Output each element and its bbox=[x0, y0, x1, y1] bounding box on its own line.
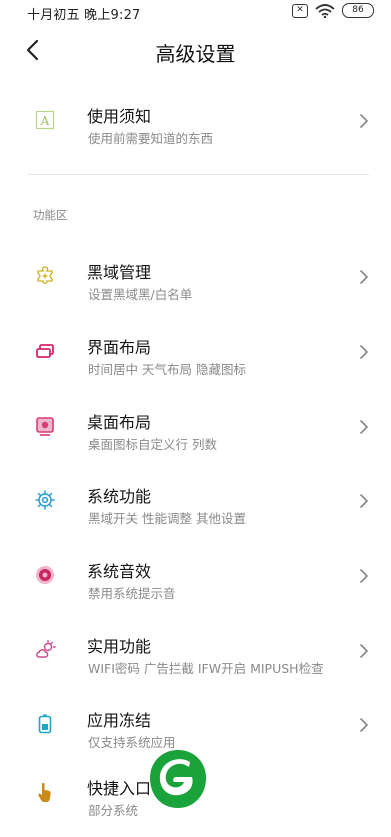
item-title: 系统音效 bbox=[87, 562, 152, 581]
cloud-sun-icon bbox=[36, 639, 56, 658]
status-icons: ✕ 86 bbox=[292, 3, 374, 18]
chevron-right-icon bbox=[360, 718, 368, 732]
chevron-right-icon bbox=[360, 345, 368, 359]
item-subtitle: 部分系统 bbox=[88, 803, 139, 818]
divider bbox=[27, 174, 369, 175]
puzzle-plus-icon bbox=[37, 266, 53, 284]
item-subtitle: 禁用系统提示音 bbox=[88, 586, 176, 601]
item-title: 快捷入口 bbox=[87, 779, 152, 798]
gear-icon bbox=[35, 490, 55, 510]
battery-icon bbox=[38, 714, 52, 734]
hand-pointer-icon bbox=[38, 782, 51, 802]
status-bar: 十月初五 晚上9:27 ✕ 86 bbox=[0, 0, 391, 24]
chevron-right-icon bbox=[360, 494, 368, 508]
item-system-sound[interactable]: 系统音效 禁用系统提示音 bbox=[0, 546, 391, 620]
notice-row[interactable]: A 使用须知 使用前需要知道的东西 bbox=[0, 91, 391, 165]
sim-off-icon: ✕ bbox=[292, 3, 308, 18]
item-subtitle: 桌面图标自定义行 列数 bbox=[88, 437, 217, 452]
battery-level: 86 bbox=[342, 3, 374, 18]
item-title: 系统功能 bbox=[87, 487, 152, 506]
item-system-functions[interactable]: 系统功能 黑域开关 性能调整 其他设置 bbox=[0, 471, 391, 545]
item-title: 应用冻结 bbox=[87, 711, 152, 730]
section-label: 功能区 bbox=[33, 208, 68, 222]
chevron-right-icon bbox=[360, 270, 368, 284]
item-title: 黑域管理 bbox=[87, 263, 152, 282]
svg-text:A: A bbox=[40, 114, 50, 128]
chevron-right-icon bbox=[360, 420, 368, 434]
item-desktop-layout[interactable]: 桌面布局 桌面图标自定义行 列数 bbox=[0, 397, 391, 471]
item-subtitle: 设置黑域黑/白名单 bbox=[88, 287, 193, 302]
notice-subtitle: 使用前需要知道的东西 bbox=[88, 131, 214, 146]
notice-title: 使用须知 bbox=[87, 107, 152, 126]
windows-icon bbox=[36, 344, 54, 358]
item-subtitle: 时间居中 天气布局 隐藏图标 bbox=[88, 362, 246, 377]
chevron-right-icon bbox=[360, 114, 368, 128]
item-blackdomain[interactable]: 黑域管理 设置黑域黑/白名单 bbox=[0, 247, 391, 321]
item-subtitle: WIFI密码 广告拦截 IFW开启 MIPUSH检查 bbox=[88, 661, 324, 676]
speaker-icon bbox=[36, 566, 54, 584]
green-g-logo bbox=[150, 750, 206, 808]
chevron-right-icon bbox=[360, 644, 368, 658]
item-title: 桌面布局 bbox=[87, 413, 152, 432]
item-subtitle: 黑域开关 性能调整 其他设置 bbox=[88, 511, 246, 526]
chevron-right-icon bbox=[360, 569, 368, 583]
header: 高级设置 bbox=[0, 30, 391, 76]
status-time: 十月初五 晚上9:27 bbox=[27, 8, 141, 23]
item-utilities[interactable]: 实用功能 WIFI密码 广告拦截 IFW开启 MIPUSH检查 bbox=[0, 621, 391, 695]
item-title: 实用功能 bbox=[87, 637, 152, 656]
item-ui-layout[interactable]: 界面布局 时间居中 天气布局 隐藏图标 bbox=[0, 322, 391, 396]
wifi-icon bbox=[315, 3, 335, 18]
letter-a-icon: A bbox=[35, 110, 55, 130]
page-title: 高级设置 bbox=[155, 42, 236, 66]
desktop-icon bbox=[36, 417, 54, 436]
item-title: 界面布局 bbox=[87, 338, 152, 357]
